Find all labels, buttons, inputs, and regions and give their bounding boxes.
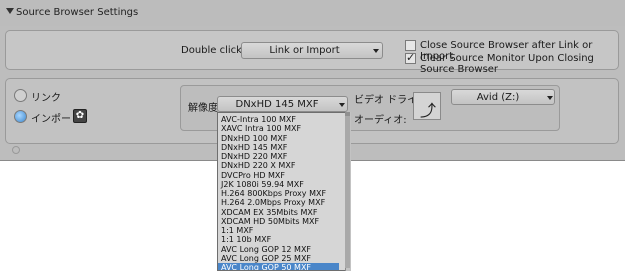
- link-radio[interactable]: [14, 89, 27, 102]
- resolution-option[interactable]: AVC Long GOP 50 MXF: [218, 263, 339, 270]
- drive-link-button[interactable]: ⤴: [413, 92, 441, 120]
- scrollbar-thumb[interactable]: [345, 116, 350, 268]
- status-indicator-icon: [12, 146, 20, 154]
- import-settings-gear-icon[interactable]: ✿: [73, 109, 87, 123]
- resolution-option[interactable]: AVC Long GOP 12 MXF: [218, 245, 339, 254]
- resolution-option[interactable]: AVC Long GOP 25 MXF: [218, 254, 339, 263]
- resolution-value: DNxHD 145 MXF: [235, 99, 319, 110]
- chevron-down-icon: [339, 103, 345, 107]
- resolution-option[interactable]: DNxHD 220 X MXF: [218, 161, 339, 170]
- resolution-option[interactable]: XDCAM EX 35Mbits MXF: [218, 208, 339, 217]
- resolution-dropdown[interactable]: DNxHD 145 MXF: [217, 96, 348, 112]
- resolution-option[interactable]: DNxHD 100 MXF: [218, 134, 339, 143]
- resolution-option[interactable]: J2K 1080i 59.94 MXF: [218, 180, 339, 189]
- audio-label: オーディオ:: [354, 115, 407, 126]
- resolution-option[interactable]: XDCAM HD 50Mbits MXF: [218, 217, 339, 226]
- drive-link-icon: ⤴: [420, 101, 437, 120]
- link-radio-label: リンク: [31, 93, 61, 104]
- checkmark-icon: ✓: [406, 51, 416, 64]
- resolution-option[interactable]: AVC-Intra 100 MXF: [218, 115, 339, 124]
- import-radio[interactable]: [14, 110, 27, 123]
- resolution-option[interactable]: H.264 2.0Mbps Proxy MXF: [218, 198, 339, 207]
- resolution-option[interactable]: H.264 800Kbps Proxy MXF: [218, 189, 339, 198]
- double-click-value: Link or Import: [269, 45, 340, 56]
- settings-title: Source Browser Settings: [16, 7, 139, 18]
- chevron-down-icon: [547, 96, 553, 100]
- resolution-option[interactable]: DNxHD 220 MXF: [218, 152, 339, 161]
- resolution-option[interactable]: DVCPro HD MXF: [218, 171, 339, 180]
- video-drive-dropdown[interactable]: Avid (Z:): [451, 89, 555, 105]
- resolution-options-list[interactable]: AVC-Intra 100 MXF XAVC Intra 100 MXF DNxHD…: [217, 112, 347, 271]
- chevron-down-icon: [373, 49, 379, 53]
- collapse-triangle-icon[interactable]: [6, 8, 14, 14]
- clear-monitor-label: Clear Source Monitor Upon Closing Source…: [420, 53, 594, 75]
- video-drive-value: Avid (Z:): [476, 92, 520, 103]
- resolution-option[interactable]: XAVC Intra 100 MXF: [218, 124, 339, 133]
- close-after-import-checkbox[interactable]: [405, 40, 416, 51]
- resolution-option[interactable]: 1:1 10b MXF: [218, 235, 339, 244]
- resolution-option[interactable]: 1:1 MXF: [218, 226, 339, 235]
- resolution-option[interactable]: DNxHD 145 MXF: [218, 143, 339, 152]
- double-click-dropdown[interactable]: Link or Import: [241, 42, 383, 59]
